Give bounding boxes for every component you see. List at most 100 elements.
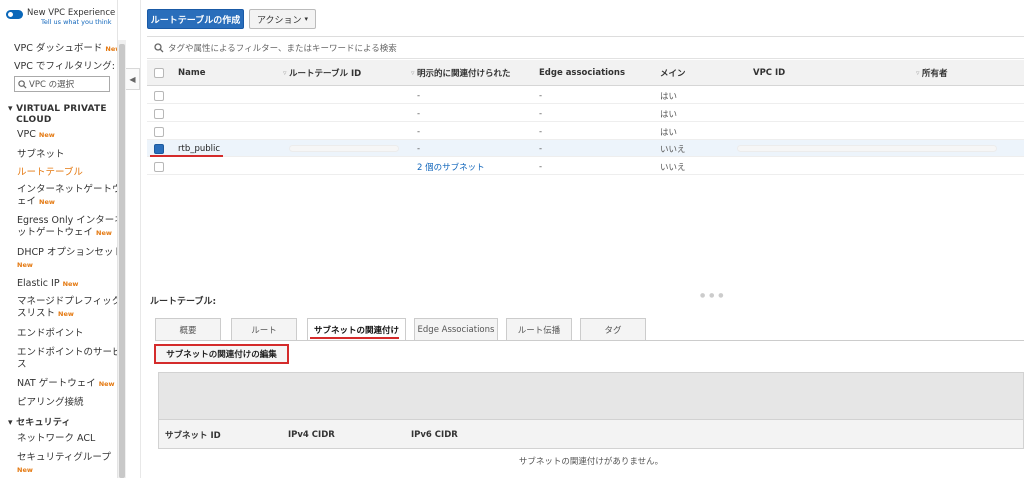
sidebar-item-label: セキュリティグループ (17, 452, 111, 463)
sidebar-item-route-tables[interactable]: ルートテーブル (17, 167, 83, 179)
table-row[interactable]: - - はい (147, 105, 1024, 122)
actions-button[interactable]: アクション ▾ (249, 9, 316, 29)
vpc-filter-label: VPC でフィルタリング: (14, 61, 115, 72)
column-label: ルートテーブル ID (289, 69, 362, 79)
checkbox[interactable] (154, 68, 164, 78)
section-security[interactable]: ▾ セキュリティ (8, 418, 71, 429)
panel-resize-handle[interactable]: ● ● ● (700, 292, 725, 299)
new-badge: New (38, 131, 55, 139)
table-row[interactable]: 2 個のサブネット - いいえ (147, 158, 1024, 175)
column-header-vpc-id[interactable]: VPC ID (753, 60, 785, 86)
column-label: 所有者 (922, 69, 948, 79)
sidebar-item-security-groups[interactable]: セキュリティグループ New (17, 452, 111, 476)
column-label: メイン (660, 69, 686, 79)
highlight-underline (150, 155, 223, 157)
sidebar: New VPC Experience Tell us what you thin… (0, 0, 118, 478)
column-header-explicit-assoc[interactable]: ▿ 明示的に関連付けられた (411, 60, 511, 86)
sidebar-item-label: Egress Only インターネ (17, 215, 118, 226)
sidebar-item-elastic-ip[interactable]: Elastic IP New (17, 278, 78, 290)
column-header-owner[interactable]: ▿ 所有者 (916, 60, 948, 86)
sidebar-item-nat-gateways[interactable]: NAT ゲートウェイ New (17, 378, 115, 390)
tab-route-propagation[interactable]: ルート伝播 (506, 318, 572, 340)
cell-explicit: - (417, 90, 421, 101)
cell-edge: - (539, 108, 543, 119)
highlight-underline (310, 337, 399, 339)
tab-tags[interactable]: タグ (580, 318, 646, 340)
column-label: 明示的に関連付けられた (417, 69, 511, 79)
column-header-route-table-id[interactable]: ▿ ルートテーブル ID (283, 60, 362, 86)
sidebar-item-endpoints[interactable]: エンドポイント (17, 328, 84, 340)
row-checkbox-checked[interactable] (154, 143, 164, 154)
create-route-table-button[interactable]: ルートテーブルの作成 (147, 9, 244, 29)
sidebar-collapse-button[interactable]: ◀ (126, 68, 140, 90)
table-header: Name ▿ ルートテーブル ID ▿ 明示的に関連付けられた Edge assoc… (147, 60, 1024, 86)
row-checkbox[interactable] (154, 108, 164, 119)
divider (140, 0, 141, 478)
tab-edge-associations[interactable]: Edge Associations (414, 318, 498, 340)
cell-explicit-link[interactable]: 2 個のサブネット (417, 158, 485, 175)
cell-edge: - (539, 143, 543, 154)
sidebar-item-subnets[interactable]: サブネット (17, 149, 65, 161)
cell-explicit: - (417, 143, 421, 154)
column-header-ipv4-cidr[interactable]: IPv4 CIDR (288, 420, 335, 450)
subnet-table-toolbar (158, 372, 1024, 419)
sidebar-item-endpoint-services[interactable]: エンドポイントのサービ ス (17, 347, 118, 371)
table-row-selected[interactable]: rtb_public - - いいえ (147, 140, 1024, 157)
cell-main: いいえ (660, 162, 686, 173)
table-row[interactable]: - - はい (147, 123, 1024, 140)
new-badge: New (105, 45, 117, 53)
cell-main: はい (660, 91, 678, 102)
sidebar-item-dashboard[interactable]: VPC ダッシュボードNew (14, 43, 117, 55)
scrollbar-thumb[interactable] (119, 44, 125, 478)
route-table-list: タグや属性によるフィルター、またはキーワードによる検索 Name ▿ ルートテーブ… (147, 36, 1024, 286)
column-header-name[interactable]: Name (178, 60, 205, 86)
sidebar-item-prefix-lists[interactable]: マネージドプレフィック スリスト New (17, 296, 118, 320)
column-label: Edge associations (539, 68, 626, 78)
vpc-select[interactable]: VPC の選択 (14, 76, 110, 92)
sidebar-item-label: サブネット (17, 149, 65, 160)
sidebar-item-label: Elastic IP (17, 278, 60, 289)
cell-explicit: - (417, 108, 421, 119)
cell-edge: - (539, 126, 543, 137)
new-badge: New (39, 198, 55, 206)
tab-summary[interactable]: 概要 (155, 318, 221, 340)
select-all-checkbox[interactable] (154, 60, 164, 86)
sidebar-item-label: VPC ダッシュボード (14, 43, 103, 54)
row-checkbox[interactable] (154, 90, 164, 101)
vpc-select-label: VPC の選択 (29, 80, 75, 90)
sidebar-item-label: VPC (17, 129, 36, 140)
sidebar-item-network-acl[interactable]: ネットワーク ACL (17, 433, 95, 445)
redacted-vpc-id (737, 145, 997, 152)
toggle-icon[interactable] (6, 10, 23, 19)
column-header-subnet-id[interactable]: サブネット ID (165, 420, 221, 450)
tab-routes[interactable]: ルート (231, 318, 297, 340)
column-header-ipv6-cidr[interactable]: IPv6 CIDR (411, 420, 458, 450)
new-badge: New (58, 310, 74, 318)
sidebar-item-internet-gateways[interactable]: インターネットゲートウ ェイ New (17, 184, 117, 208)
column-header-main[interactable]: メイン (660, 60, 686, 86)
cell-edge: - (539, 161, 543, 172)
edit-subnet-associations-button[interactable]: サブネットの関連付けの編集 (154, 344, 289, 364)
column-label: Name (178, 68, 206, 78)
sidebar-item-peering[interactable]: ピアリング接続 (17, 397, 84, 409)
section-vpc-label: VIRTUAL PRIVATE CLOUD (16, 104, 107, 125)
new-badge: New (17, 261, 33, 269)
vpc-experience-toggle[interactable]: New VPC Experience Tell us what you thin… (6, 8, 115, 26)
column-header-edge-assoc[interactable]: Edge associations (539, 60, 625, 86)
sidebar-item-label: マネージドプレフィック (17, 296, 118, 307)
row-checkbox[interactable] (154, 161, 164, 172)
sidebar-scrollbar[interactable] (118, 40, 126, 478)
sidebar-item-label: エンドポイントのサービ (17, 347, 118, 358)
sidebar-item-label: ネットワーク ACL (17, 433, 96, 444)
sidebar-item-dhcp-options[interactable]: DHCP オプションセット New (17, 247, 117, 271)
section-vpc[interactable]: ▾ VIRTUAL PRIVATE CLOUD (8, 104, 116, 126)
sidebar-item-egress-only-igw[interactable]: Egress Only インターネ ットゲートウェイ New (17, 215, 118, 239)
cell-edge: - (539, 90, 543, 101)
new-badge: New (96, 229, 112, 237)
row-checkbox[interactable] (154, 126, 164, 137)
sidebar-item-label: エンドポイント (17, 328, 84, 339)
feedback-link[interactable]: Tell us what you think (41, 18, 115, 26)
sidebar-item-vpc[interactable]: VPC New (17, 129, 55, 141)
search-input[interactable]: タグや属性によるフィルター、またはキーワードによる検索 (147, 37, 1024, 59)
table-row[interactable]: - - はい (147, 87, 1024, 104)
